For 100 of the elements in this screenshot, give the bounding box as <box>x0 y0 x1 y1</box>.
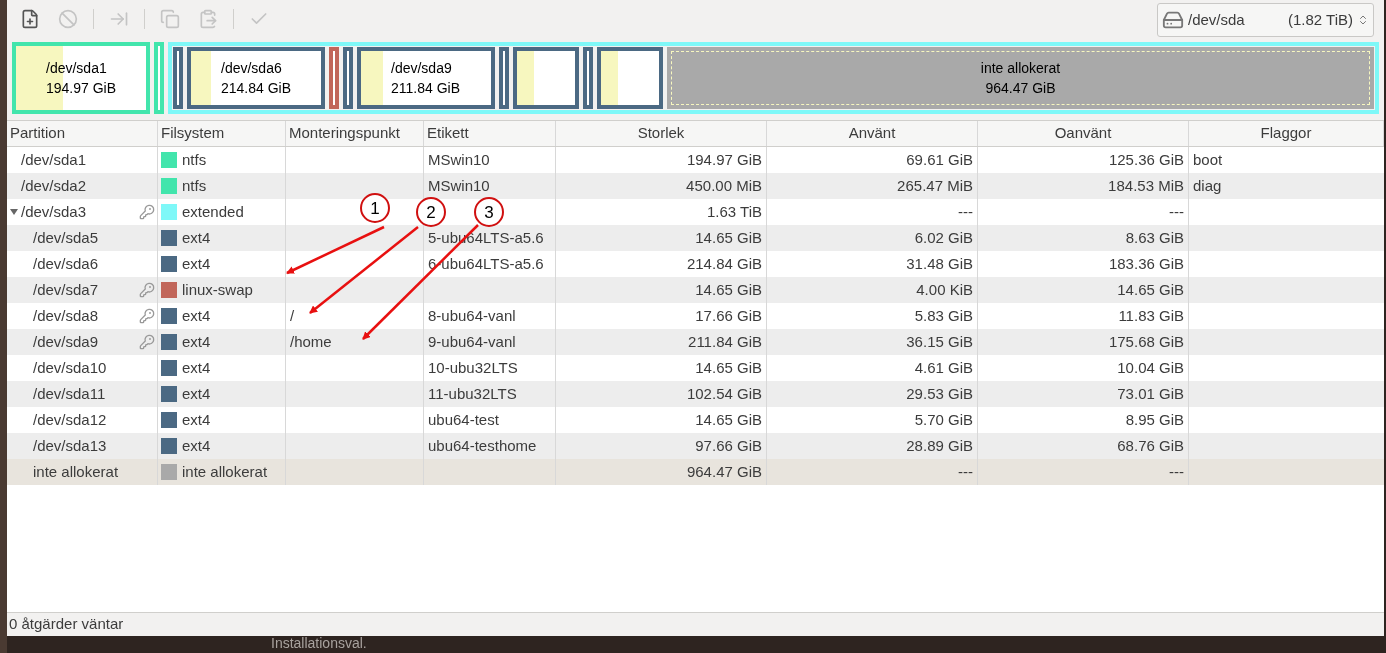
table-cell-text: 194.97 GiB <box>686 149 762 170</box>
partition-size: 194.97 GiB <box>46 79 118 98</box>
status-text: 0 åtgärder väntar <box>9 614 124 635</box>
toolbar-paste-icon <box>198 9 218 29</box>
table-cell-text: 11.83 GiB <box>1118 305 1184 326</box>
table-cell-text: 183.36 GiB <box>1108 253 1184 274</box>
column-header[interactable]: Partition <box>10 122 66 145</box>
table-cell-text: 69.61 GiB <box>906 149 973 170</box>
table-cell-text: --- <box>958 461 973 482</box>
partition-cell-text: /dev/sda2 <box>21 175 87 196</box>
table-cell-text: 28.89 GiB <box>906 435 973 456</box>
callout-number: 3 <box>474 197 504 227</box>
table-cell-text: 17.66 GiB <box>695 305 762 326</box>
table-cell-text: boot <box>1193 149 1223 170</box>
partition-block[interactable] <box>583 47 593 109</box>
partition-cell-text: /dev/sda1 <box>21 149 87 170</box>
partition-cell-text: /dev/sda3 <box>21 201 87 222</box>
table-cell-text: 5.70 GiB <box>914 409 973 430</box>
partition-block[interactable] <box>343 47 353 109</box>
filesystem-cell-text: ext4 <box>182 331 211 352</box>
device-selector[interactable]: /dev/sda (1.82 TiB) <box>1157 3 1374 37</box>
column-header[interactable]: Monteringspunkt <box>289 122 400 145</box>
table-cell-text: 6.02 GiB <box>914 227 973 248</box>
table-cell-text: 9-ubu64-vanl <box>428 331 516 352</box>
toolbar-delete-icon <box>58 9 78 29</box>
table-cell-text: 102.54 GiB <box>686 383 762 404</box>
filesystem-cell-text: linux-swap <box>182 279 253 300</box>
table-cell-text: 97.66 GiB <box>695 435 762 456</box>
table-cell-text: 184.53 MiB <box>1108 175 1184 196</box>
column-header[interactable]: Använt <box>848 122 896 145</box>
partition-block[interactable] <box>513 47 579 109</box>
table-cell-text: ubu64-test <box>428 409 499 430</box>
table-cell-text: 8.95 GiB <box>1125 409 1184 430</box>
table-cell-text: 29.53 GiB <box>906 383 973 404</box>
table-cell-text: 73.01 GiB <box>1117 383 1184 404</box>
table-cell-text: 14.65 GiB <box>1117 279 1184 300</box>
table-cell-text: --- <box>1169 461 1184 482</box>
filesystem-cell-text: ext4 <box>182 227 211 248</box>
partition-block[interactable] <box>173 47 183 109</box>
table-cell-text: /home <box>290 331 332 352</box>
table-cell-text: 4.61 GiB <box>914 357 973 378</box>
table-cell-text: 175.68 GiB <box>1108 331 1184 352</box>
column-header[interactable]: Oanvänt <box>1054 122 1112 145</box>
table-cell-text: 5.83 GiB <box>914 305 973 326</box>
table-cell-text: --- <box>958 201 973 222</box>
table-cell-text: 31.48 GiB <box>906 253 973 274</box>
column-header[interactable]: Filsystem <box>161 122 225 145</box>
table-cell-text: 14.65 GiB <box>695 279 762 300</box>
partition-cell-text: /dev/sda5 <box>33 227 99 248</box>
toolbar-new-icon <box>20 9 40 29</box>
table-cell-text: MSwin10 <box>428 149 490 170</box>
toolbar-resize-icon <box>109 9 129 29</box>
partition-block[interactable]: /dev/sda9 211.84 GiB <box>357 47 495 109</box>
column-header[interactable]: Etikett <box>427 122 469 145</box>
table-cell-text: 211.84 GiB <box>688 331 762 352</box>
column-header[interactable]: Flaggor <box>1260 122 1312 145</box>
table-cell-text: 10.04 GiB <box>1117 357 1184 378</box>
table-cell-text: 14.65 GiB <box>695 409 762 430</box>
table-cell-text: 11-ubu32LTS <box>428 383 517 404</box>
filesystem-cell-text: ntfs <box>182 175 207 196</box>
filesystem-cell-text: ext4 <box>182 435 211 456</box>
filesystem-cell-text: ext4 <box>182 253 211 274</box>
column-header[interactable]: Storlek <box>637 122 685 145</box>
partition-block[interactable] <box>597 47 663 109</box>
table-cell-text: 1.63 TiB <box>706 201 762 222</box>
partition-block[interactable]: /dev/sda6 214.84 GiB <box>187 47 325 109</box>
table-cell-text: 10-ubu32LTS <box>428 357 518 378</box>
table-cell-text: 14.65 GiB <box>695 227 762 248</box>
partition-name: inte allokerat <box>980 59 1061 78</box>
table-cell-text: ubu64-testhome <box>428 435 537 456</box>
callout-number: 1 <box>360 193 390 223</box>
partition-size: 211.84 GiB <box>391 79 461 98</box>
partition-cell-text: /dev/sda8 <box>33 305 99 326</box>
expander-triangle-icon[interactable] <box>10 208 18 216</box>
filesystem-cell-text: ext4 <box>182 383 211 404</box>
partition-name: /dev/sda9 <box>391 59 453 78</box>
partition-size: 964.47 GiB <box>985 79 1056 98</box>
toolbar-copy-icon <box>160 9 180 29</box>
partition-block[interactable]: /dev/sda1 194.97 GiB <box>12 42 150 114</box>
callout-number: 2 <box>416 197 446 227</box>
table-cell-text: MSwin10 <box>428 175 490 196</box>
partition-block[interactable] <box>499 47 509 109</box>
filesystem-cell-text: ext4 <box>182 305 211 326</box>
partition-block[interactable] <box>329 47 339 109</box>
table-cell-text: --- <box>1169 201 1184 222</box>
background-text: Installationsval. <box>271 635 367 651</box>
partition-cell-text: /dev/sda13 <box>33 435 107 456</box>
filesystem-cell-text: ext4 <box>182 409 211 430</box>
filesystem-cell-text: ext4 <box>182 357 211 378</box>
unallocated-block[interactable]: inte allokerat 964.47 GiB <box>667 47 1374 109</box>
table-cell-text: 8.63 GiB <box>1125 227 1184 248</box>
table-cell-text: 68.76 GiB <box>1117 435 1184 456</box>
hard-drive-icon <box>1162 9 1184 31</box>
table-cell-text: diag <box>1193 175 1222 196</box>
extended-partition-block[interactable]: /dev/sda6 214.84 GiB /dev/sda9 211.84 GiB inte allokerat 964.47 GiB <box>168 42 1379 114</box>
partition-cell-text: /dev/sda11 <box>33 383 106 404</box>
table-cell-text: 4.00 KiB <box>916 279 973 300</box>
table-cell-text: 14.65 GiB <box>695 357 762 378</box>
table-cell-text: 450.00 MiB <box>686 175 762 196</box>
table-cell-text: 964.47 GiB <box>686 461 762 482</box>
